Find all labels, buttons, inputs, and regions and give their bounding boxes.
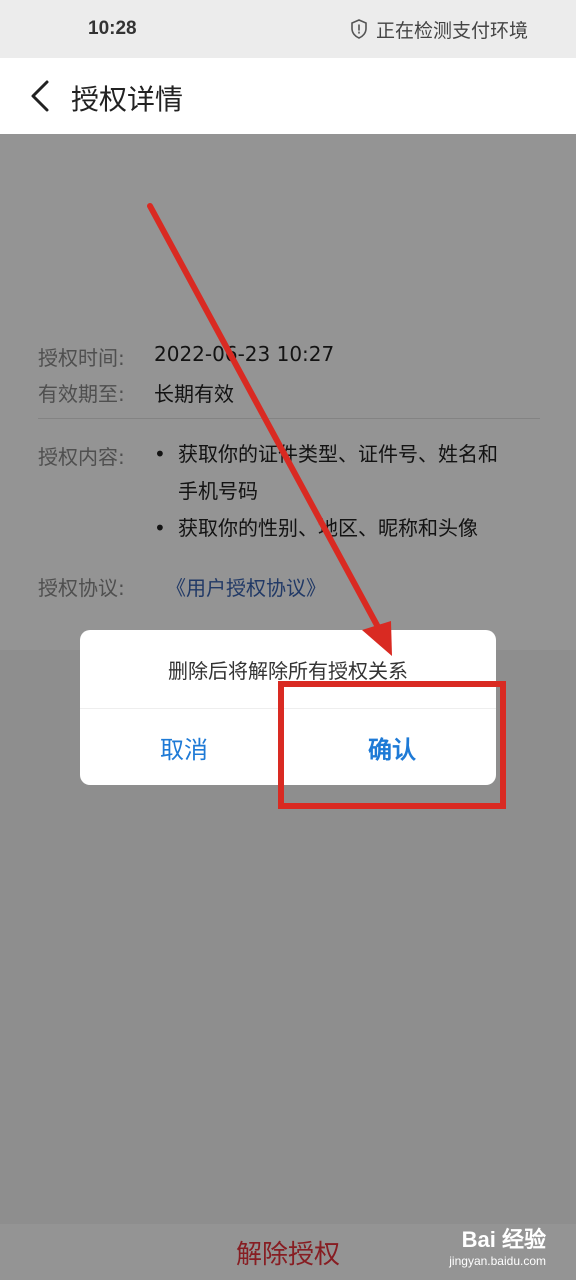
back-button[interactable]	[20, 76, 60, 116]
dialog-message: 删除后将解除所有授权关系	[168, 658, 408, 683]
confirm-dialog: 删除后将解除所有授权关系 取消 确认	[80, 630, 496, 785]
cancel-button[interactable]: 取消	[80, 709, 288, 785]
chevron-left-icon	[31, 80, 49, 112]
confirm-button[interactable]: 确认	[288, 709, 496, 785]
status-indicator: 正在检测支付环境	[350, 16, 528, 43]
shield-icon	[351, 19, 367, 39]
baidu-watermark: Bai 经验 jingyan.baidu.com	[449, 1222, 546, 1268]
header-bar: 授权详情	[0, 58, 576, 134]
watermark-site: jingyan.baidu.com	[449, 1254, 546, 1268]
watermark-logo: Bai 经验	[461, 1227, 546, 1252]
page-title: 授权详情	[71, 83, 184, 116]
status-bar: 10:28 正在检测支付环境	[0, 0, 576, 58]
status-text: 正在检测支付环境	[375, 19, 528, 42]
status-time: 10:28	[88, 18, 137, 39]
